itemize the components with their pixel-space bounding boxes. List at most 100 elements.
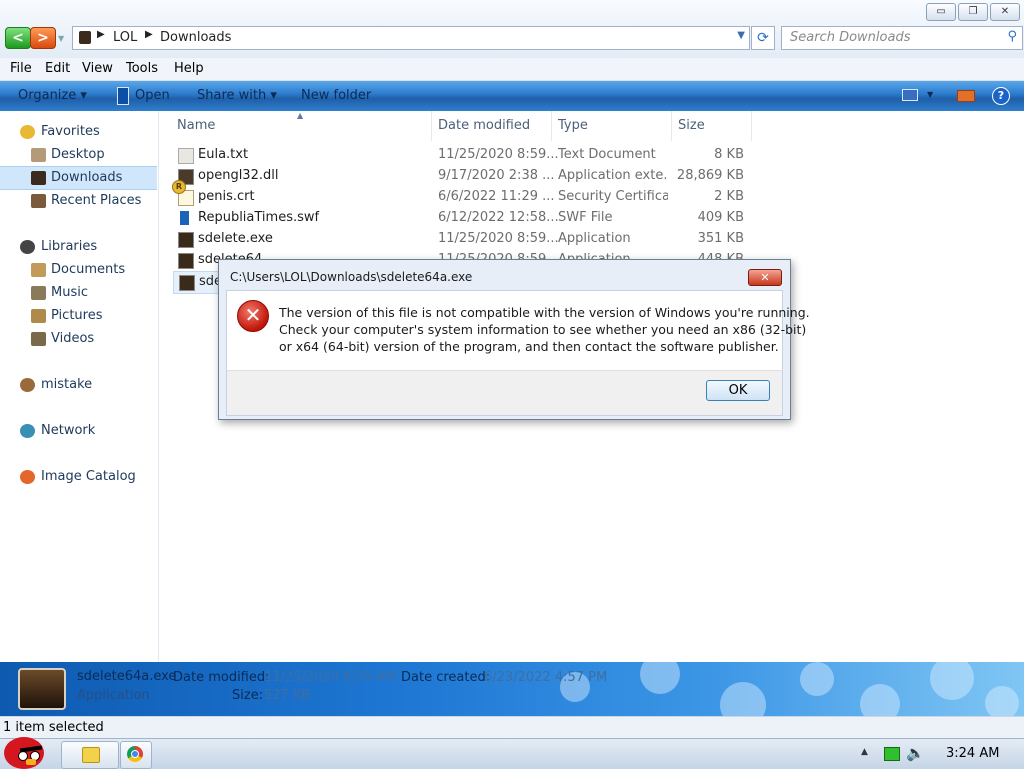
show-hidden-icons-icon[interactable]: ▲ xyxy=(861,747,868,757)
new-folder-button[interactable]: New folder xyxy=(301,88,371,103)
nav-videos[interactable]: Videos xyxy=(0,328,157,350)
search-box[interactable]: ⚲ xyxy=(781,26,1023,50)
nav-pictures[interactable]: Pictures xyxy=(0,305,157,327)
file-type: Security Certifica... xyxy=(558,189,668,204)
file-row[interactable]: Eula.txt 11/25/2020 8:59... Text Documen… xyxy=(173,145,758,166)
dialog-footer: OK xyxy=(226,370,783,416)
file-name: Eula.txt xyxy=(198,147,249,162)
forward-button[interactable]: > xyxy=(30,27,56,49)
column-date-modified[interactable]: Date modified xyxy=(438,118,530,133)
folder-icon xyxy=(82,747,100,763)
view-dropdown-icon[interactable]: ▼ xyxy=(927,90,933,99)
nav-downloads[interactable]: Downloads xyxy=(0,166,157,190)
cursor-busy-icon: R xyxy=(172,180,186,194)
ok-button[interactable]: OK xyxy=(706,380,770,401)
navigation-pane: Favorites Desktop Downloads Recent Place… xyxy=(0,111,159,662)
swf-file-icon xyxy=(180,211,189,225)
nav-libraries[interactable]: Libraries xyxy=(0,236,157,258)
nav-label: Desktop xyxy=(51,147,105,162)
breadcrumb-arrow-icon[interactable]: ▶ xyxy=(97,29,105,40)
bubble-decoration xyxy=(985,686,1019,716)
taskbar: ▲ 🔈 3:24 AM xyxy=(0,737,1024,769)
file-size: 28,869 KB xyxy=(676,168,744,183)
search-input[interactable] xyxy=(790,30,990,45)
nav-image-catalog[interactable]: Image Catalog xyxy=(0,466,157,488)
column-size[interactable]: Size xyxy=(678,118,705,133)
file-row[interactable]: sdelete.exe 11/25/2020 8:59... Applicati… xyxy=(173,229,758,250)
nav-music[interactable]: Music xyxy=(0,282,157,304)
exe-file-icon xyxy=(178,253,194,269)
star-icon xyxy=(20,125,35,139)
file-type: Application exte... xyxy=(558,168,668,183)
dialog-close-button[interactable]: ✕ xyxy=(748,269,782,286)
preview-pane-icon[interactable] xyxy=(957,90,975,102)
recent-pages-dropdown-icon[interactable]: ▼ xyxy=(58,34,64,43)
share-with-button[interactable]: Share with ▾ xyxy=(197,88,277,103)
desktop-icon xyxy=(31,148,46,162)
column-type[interactable]: Type xyxy=(558,118,588,133)
menu-help[interactable]: Help xyxy=(174,61,204,76)
status-bar: 1 item selected xyxy=(0,716,1024,739)
nav-network[interactable]: Network xyxy=(0,420,157,442)
minimize-button[interactable]: ▭ xyxy=(926,3,956,21)
file-row[interactable]: RepubliaTimes.swf 6/12/2022 12:58... SWF… xyxy=(173,208,758,229)
nav-recent-places[interactable]: Recent Places xyxy=(0,190,157,212)
change-view-icon[interactable] xyxy=(902,89,918,101)
network-tray-icon[interactable] xyxy=(884,747,900,761)
taskbar-explorer-button[interactable] xyxy=(61,741,119,769)
column-divider[interactable] xyxy=(671,111,672,141)
file-row[interactable]: penis.crt 6/6/2022 11:29 ... Security Ce… xyxy=(173,187,758,208)
sort-ascending-icon: ▲ xyxy=(297,111,304,120)
file-size: 351 KB xyxy=(697,231,744,246)
folder-icon xyxy=(79,31,91,44)
nav-favorites[interactable]: Favorites xyxy=(0,121,157,143)
organize-button[interactable]: Organize ▾ xyxy=(18,88,87,103)
menu-view[interactable]: View xyxy=(82,61,113,76)
nav-label: Libraries xyxy=(41,239,98,254)
column-divider[interactable] xyxy=(751,111,752,141)
file-date: 11/25/2020 8:59... xyxy=(438,231,559,246)
nav-label: Music xyxy=(51,285,88,300)
details-date-created-label: Date created: xyxy=(401,670,491,685)
details-filename: sdelete64a.exe xyxy=(77,669,177,684)
menu-tools[interactable]: Tools xyxy=(126,61,158,76)
file-name: penis.crt xyxy=(198,189,255,204)
file-row[interactable]: opengl32.dll 9/17/2020 2:38 ... Applicat… xyxy=(173,166,758,187)
breadcrumb-downloads[interactable]: Downloads xyxy=(160,30,231,45)
breadcrumb-arrow-icon[interactable]: ▶ xyxy=(145,29,153,40)
breadcrumb-lol[interactable]: LOL xyxy=(113,30,137,45)
search-icon[interactable]: ⚲ xyxy=(1007,29,1017,44)
back-button[interactable]: < xyxy=(5,27,31,49)
menu-edit[interactable]: Edit xyxy=(45,61,70,76)
nav-desktop[interactable]: Desktop xyxy=(0,144,157,166)
column-divider[interactable] xyxy=(431,111,432,141)
taskbar-chrome-button[interactable] xyxy=(120,741,152,769)
start-button[interactable] xyxy=(0,733,54,769)
image-catalog-icon xyxy=(20,470,35,484)
clock[interactable]: 3:24 AM xyxy=(946,746,999,761)
address-bar[interactable]: ▶ LOL ▶ Downloads ▼ xyxy=(72,26,750,50)
command-bar: Organize ▾ Open Share with ▾ New folder … xyxy=(0,81,1024,111)
file-size: 8 KB xyxy=(714,147,744,162)
details-date-modified: 11/25/2020 8:59 AM xyxy=(264,670,397,685)
volume-icon[interactable]: 🔈 xyxy=(906,744,925,762)
address-dropdown-icon[interactable]: ▼ xyxy=(737,30,745,41)
maximize-button[interactable]: ❐ xyxy=(958,3,988,21)
column-name[interactable]: Name xyxy=(177,118,215,133)
downloads-icon xyxy=(31,171,46,185)
details-size-label: Size: xyxy=(232,688,264,703)
menu-file[interactable]: File xyxy=(10,61,32,76)
nav-documents[interactable]: Documents xyxy=(0,259,157,281)
file-thumbnail xyxy=(18,668,66,710)
nav-mistake[interactable]: mistake xyxy=(0,374,157,396)
dialog-body: ✕ The version of this file is not compat… xyxy=(226,290,810,371)
refresh-button[interactable]: ⟳ xyxy=(751,26,775,50)
open-button[interactable]: Open xyxy=(135,88,170,103)
dialog-message-line: or x64 (64-bit) version of the program, … xyxy=(279,339,779,354)
help-icon[interactable]: ? xyxy=(992,87,1010,105)
column-divider[interactable] xyxy=(551,111,552,141)
nav-label: Recent Places xyxy=(51,193,142,208)
nav-label: Network xyxy=(41,423,96,438)
window-close-button[interactable]: ✕ xyxy=(990,3,1020,21)
file-name: opengl32.dll xyxy=(198,168,279,183)
